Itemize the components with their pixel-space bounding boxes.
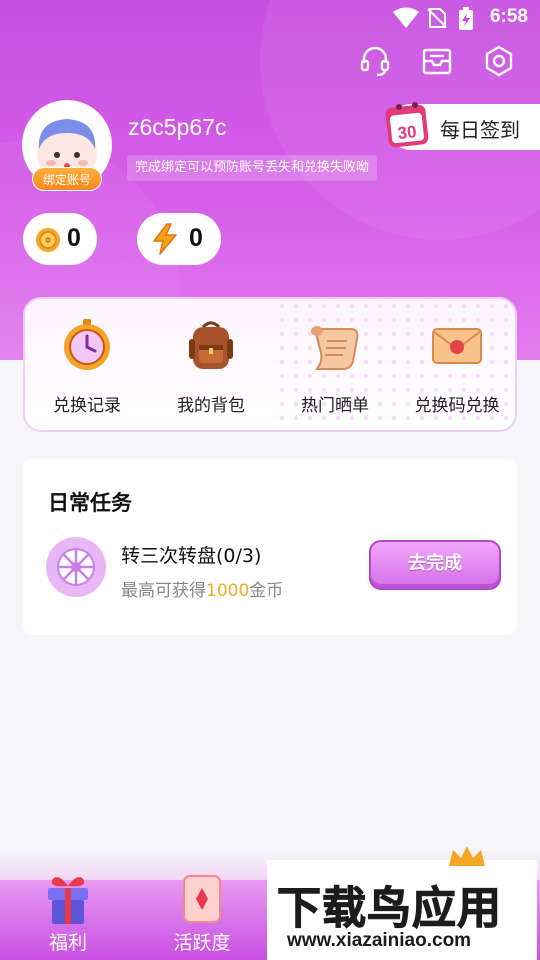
task-desc-suffix: 金币 (249, 581, 284, 601)
shortcut-label: 热门晒单 (301, 396, 369, 416)
lightning-icon (153, 223, 177, 255)
status-time: 6:58 (489, 6, 528, 27)
wheel-icon (46, 537, 106, 597)
customer-service-icon[interactable] (358, 44, 392, 78)
energy-balance[interactable]: 0 (137, 213, 221, 265)
complete-task-button[interactable]: 去完成 (369, 540, 501, 590)
task-name: 转三次转盘(0/3) (121, 545, 262, 567)
bind-hint: 完成绑定可以预防账号丢失和兑换失败呦 (127, 155, 378, 181)
wifi-icon (393, 7, 419, 28)
mail-icon[interactable] (420, 44, 454, 78)
coin-balance[interactable]: 0 (23, 213, 97, 265)
settings-icon[interactable] (482, 44, 516, 78)
shortcut-label: 兑换码兑换 (414, 396, 500, 416)
watermark: 下载鸟应用 www.xiazainiao.com (267, 846, 537, 960)
shortcut-label: 我的背包 (177, 396, 245, 416)
task-reward-amount: 1000 (206, 581, 250, 601)
shortcut-hot-share[interactable]: 热门晒单 (273, 317, 397, 427)
shortcut-backpack[interactable]: 我的背包 (149, 317, 273, 427)
no-sim-icon (427, 8, 447, 28)
backpack-icon (189, 321, 233, 369)
nav-welfare[interactable]: 福利 (18, 877, 118, 960)
daily-tasks-title: 日常任务 (48, 491, 132, 515)
nav-label: 活跃度 (173, 932, 231, 954)
energy-value: 0 (189, 224, 203, 252)
shortcut-label: 兑换记录 (53, 396, 121, 416)
shortcut-redeem-code[interactable]: 兑换码兑换 (395, 317, 515, 427)
calendar-icon: 30 (385, 102, 429, 148)
gift-icon (48, 877, 88, 924)
task-reward-desc: 最高可获得1000金币 (121, 576, 283, 601)
scroll-icon (311, 326, 359, 370)
status-bar: 6:58 (0, 0, 540, 36)
envelope-icon (432, 328, 482, 364)
coin-icon (36, 228, 60, 252)
nav-activity[interactable]: 活跃度 (152, 875, 252, 960)
calendar-day: 30 (397, 122, 418, 143)
watermark-url: www.xiazainiao.com (287, 930, 472, 951)
checkin-label: 每日签到 (440, 118, 520, 142)
clock-icon (64, 319, 110, 370)
shortcut-card: 兑换记录 我的背包 热门晒单 兑换码兑换 (23, 297, 517, 432)
watermark-title: 下载鸟应用 (277, 883, 502, 935)
battery-charging-icon (459, 7, 473, 30)
bind-account-badge[interactable]: 绑定账号 (32, 167, 102, 191)
daily-checkin-button[interactable]: 30 每日签到 (385, 102, 540, 150)
task-desc-prefix: 最高可获得 (121, 581, 206, 601)
nav-label: 福利 (48, 932, 87, 954)
card-icon (183, 875, 221, 923)
crown-icon (449, 846, 485, 866)
shortcut-exchange-record[interactable]: 兑换记录 (25, 317, 149, 427)
coin-value: 0 (67, 224, 81, 252)
daily-tasks-card: 日常任务 转三次转盘(0/3) 最高可获得1000金币 去完成 (23, 459, 517, 635)
username: z6c5p67c (128, 114, 227, 140)
